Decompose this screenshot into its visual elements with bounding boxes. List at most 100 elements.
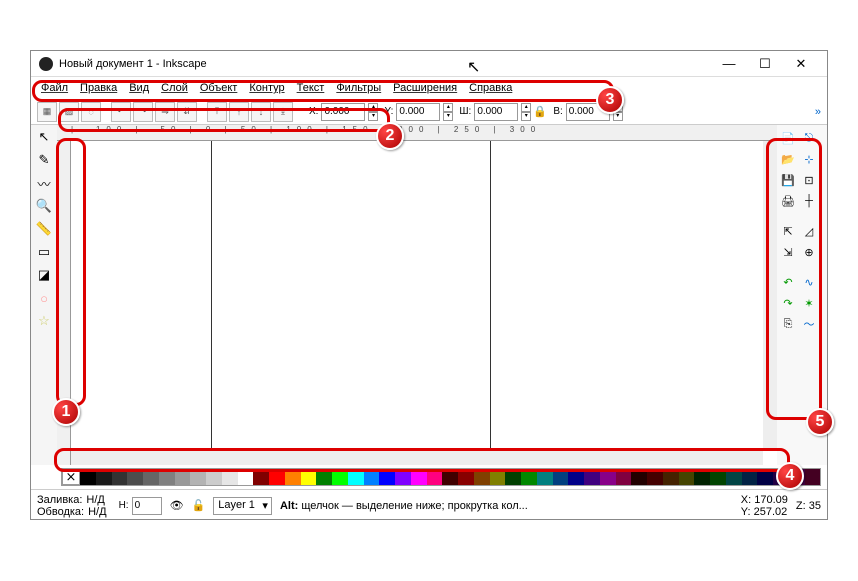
lower-button[interactable]: ↓ (251, 102, 271, 122)
3dbox-tool[interactable]: ◪ (34, 265, 54, 285)
opacity-input[interactable] (132, 497, 162, 515)
color-swatch[interactable] (175, 469, 191, 485)
color-swatch[interactable] (726, 469, 742, 485)
color-swatch[interactable] (253, 469, 269, 485)
menu-filters[interactable]: Фильтры (332, 80, 385, 96)
color-swatch[interactable] (427, 469, 443, 485)
star-tool[interactable]: ☆ (34, 311, 54, 331)
canvas[interactable] (71, 141, 761, 449)
color-swatch[interactable] (742, 469, 758, 485)
snap-toggle-icon[interactable]: ⎋ (800, 129, 818, 147)
snap-intersect-icon[interactable]: ✶ (800, 294, 818, 312)
color-swatch[interactable] (269, 469, 285, 485)
color-swatch[interactable] (190, 469, 206, 485)
selector-tool[interactable]: ↖ (34, 127, 54, 147)
color-swatch[interactable] (96, 469, 112, 485)
no-color-swatch[interactable]: ⨯ (62, 469, 80, 485)
rotate-cw-button[interactable]: ↷ (133, 102, 153, 122)
color-swatch[interactable] (616, 469, 632, 485)
snap-edge-icon[interactable]: ┼ (800, 192, 818, 210)
color-swatch[interactable] (206, 469, 222, 485)
x-input[interactable] (321, 103, 365, 121)
snap-bbox-icon[interactable]: ⊡ (800, 171, 818, 189)
color-swatch[interactable] (647, 469, 663, 485)
menu-path[interactable]: Контур (245, 80, 288, 96)
menu-file[interactable]: Файл (37, 80, 72, 96)
menu-extensions[interactable]: Расширения (389, 80, 461, 96)
layer-selector[interactable]: Layer 1 (213, 497, 272, 515)
scrollbar-horizontal[interactable] (71, 451, 763, 465)
color-swatch[interactable] (584, 469, 600, 485)
print-icon[interactable]: 🖨 (779, 192, 797, 210)
menu-edit[interactable]: Правка (76, 80, 121, 96)
color-swatch[interactable] (694, 469, 710, 485)
color-swatch[interactable] (490, 469, 506, 485)
deselect-button[interactable]: ◌ (81, 102, 101, 122)
import-icon[interactable]: ⇱ (779, 222, 797, 240)
select-all-button[interactable]: ▦ (37, 102, 57, 122)
select-all-layers-button[interactable]: ▨ (59, 102, 79, 122)
menu-text[interactable]: Текст (293, 80, 329, 96)
color-swatch[interactable] (474, 469, 490, 485)
x-spinner[interactable]: ▴▾ (368, 103, 378, 121)
w-input[interactable] (474, 103, 518, 121)
color-swatch[interactable] (710, 469, 726, 485)
tweak-tool[interactable]: 〰 (34, 173, 54, 193)
color-swatch[interactable] (222, 469, 238, 485)
export-icon[interactable]: ⇲ (779, 243, 797, 261)
flip-h-button[interactable]: ⇋ (155, 102, 175, 122)
color-swatch[interactable] (600, 469, 616, 485)
color-swatch[interactable] (521, 469, 537, 485)
more-button[interactable]: » (815, 106, 821, 118)
raise-top-button[interactable]: ⤒ (207, 102, 227, 122)
open-icon[interactable]: 📂 (779, 150, 797, 168)
rectangle-tool[interactable]: ▭ (34, 242, 54, 262)
color-swatch[interactable] (679, 469, 695, 485)
copy-icon[interactable]: ⎘ (779, 315, 797, 333)
color-swatch[interactable] (553, 469, 569, 485)
color-swatch[interactable] (568, 469, 584, 485)
redo-icon[interactable]: ↷ (779, 294, 797, 312)
ellipse-tool[interactable]: ○ (34, 288, 54, 308)
maximize-button[interactable]: ☐ (747, 53, 783, 75)
color-swatch[interactable] (238, 469, 254, 485)
color-swatch[interactable] (505, 469, 521, 485)
raise-button[interactable]: ↑ (229, 102, 249, 122)
y-spinner[interactable]: ▴▾ (443, 103, 453, 121)
color-swatch[interactable] (364, 469, 380, 485)
color-swatch[interactable] (663, 469, 679, 485)
snap-path-icon[interactable]: ∿ (800, 273, 818, 291)
color-swatch[interactable] (395, 469, 411, 485)
new-doc-icon[interactable]: 📄 (779, 129, 797, 147)
color-swatch[interactable] (143, 469, 159, 485)
color-swatch[interactable] (757, 469, 773, 485)
flip-v-button[interactable]: ⇵ (177, 102, 197, 122)
snap-center-icon[interactable]: ⊕ (800, 243, 818, 261)
undo-icon[interactable]: ↶ (779, 273, 797, 291)
color-swatch[interactable] (631, 469, 647, 485)
zoom-tool[interactable]: 🔍 (34, 196, 54, 216)
color-swatch[interactable] (127, 469, 143, 485)
layer-lock-icon[interactable]: 🔓 (192, 499, 206, 512)
y-input[interactable] (396, 103, 440, 121)
node-tool[interactable]: ✎ (34, 150, 54, 170)
menu-layer[interactable]: Слой (157, 80, 192, 96)
color-swatch[interactable] (458, 469, 474, 485)
color-swatch[interactable] (112, 469, 128, 485)
color-swatch[interactable] (159, 469, 175, 485)
layer-visible-icon[interactable]: 👁 (170, 499, 184, 512)
color-swatch[interactable] (332, 469, 348, 485)
menu-object[interactable]: Объект (196, 80, 241, 96)
color-swatch[interactable] (80, 469, 96, 485)
menu-view[interactable]: Вид (125, 80, 153, 96)
snap-corner-icon[interactable]: ◿ (800, 222, 818, 240)
color-swatch[interactable] (285, 469, 301, 485)
color-swatch[interactable] (442, 469, 458, 485)
color-swatch[interactable] (316, 469, 332, 485)
color-swatch[interactable] (379, 469, 395, 485)
color-swatch[interactable] (348, 469, 364, 485)
measure-tool[interactable]: 📏 (34, 219, 54, 239)
snap-node-icon[interactable]: ⊹ (800, 150, 818, 168)
lock-icon[interactable]: 🔒 (533, 105, 547, 119)
w-spinner[interactable]: ▴▾ (521, 103, 531, 121)
